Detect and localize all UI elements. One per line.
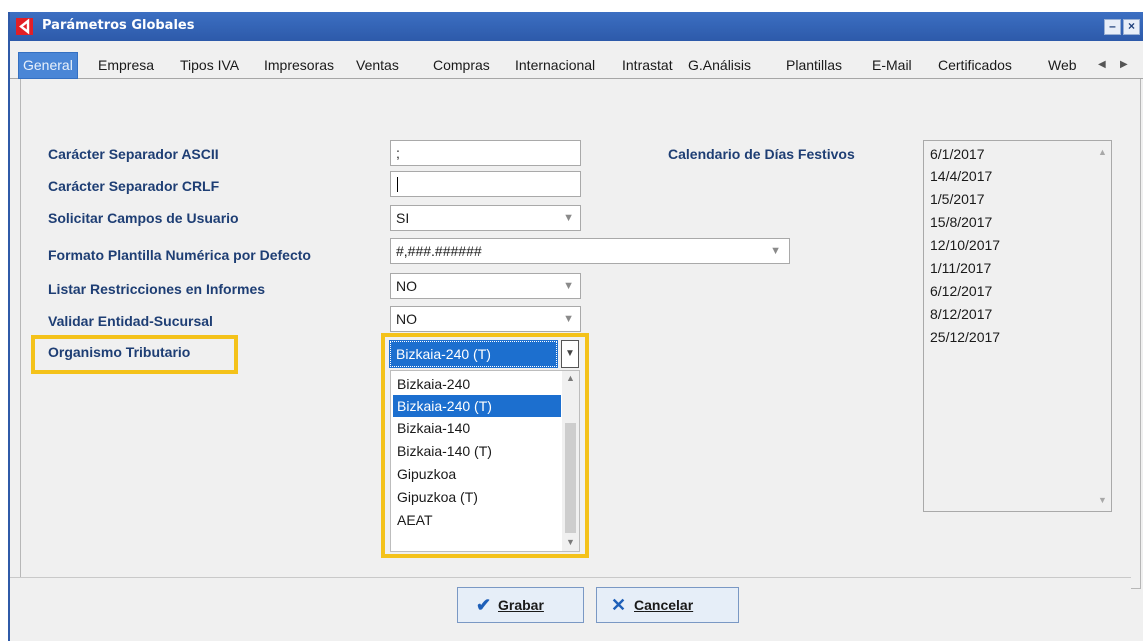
window-title: Parámetros Globales [42, 18, 195, 33]
chevron-down-icon: ▼ [563, 313, 574, 325]
campos-usuario-select[interactable]: SI ▼ [390, 205, 581, 231]
formato-plantilla-select[interactable]: #,###.###### ▼ [390, 238, 790, 264]
tab-g-analisis[interactable]: G.Análisis [688, 53, 751, 77]
calendar-date[interactable]: 15/8/2017 [930, 214, 992, 230]
save-button-label: Grabar [498, 597, 544, 613]
tab-plantillas[interactable]: Plantillas [786, 53, 842, 77]
campos-usuario-value: SI [396, 210, 410, 226]
calendar-date[interactable]: 1/5/2017 [930, 191, 985, 207]
tab-e-mail[interactable]: E-Mail [872, 53, 912, 77]
cancel-button[interactable]: ✕ Cancelar [596, 587, 739, 623]
validar-entidad-label: Validar Entidad-Sucursal [48, 313, 213, 329]
separador-crlf-input[interactable] [390, 171, 581, 197]
calendar-label: Calendario de Días Festivos [668, 146, 855, 162]
tab-internacional[interactable]: Internacional [515, 53, 595, 77]
tab-ventas[interactable]: Ventas [356, 53, 399, 77]
tab-web[interactable]: Web [1048, 53, 1077, 77]
chevron-down-icon: ▼ [770, 245, 781, 257]
close-button[interactable]: × [1123, 19, 1140, 35]
calendar-date[interactable]: 6/1/2017 [930, 146, 985, 162]
calendar-date[interactable]: 14/4/2017 [930, 168, 992, 184]
calendar-date[interactable]: 8/12/2017 [930, 306, 992, 322]
tab-strip: General Empresa Tipos IVA Impresoras Ven… [10, 51, 1143, 79]
calendar-date[interactable]: 6/12/2017 [930, 283, 992, 299]
listar-restricciones-value: NO [396, 278, 417, 294]
x-icon: ✕ [611, 595, 627, 615]
tab-scroll-right-icon[interactable]: ▶ [1120, 59, 1128, 70]
separador-ascii-input[interactable]: ; [390, 140, 581, 166]
text-cursor [397, 177, 398, 192]
formato-plantilla-label: Formato Plantilla Numérica por Defecto [48, 247, 311, 263]
chevron-down-icon: ▼ [563, 212, 574, 224]
tab-intrastat[interactable]: Intrastat [622, 53, 673, 77]
tab-impresoras[interactable]: Impresoras [264, 53, 334, 77]
calendar-date[interactable]: 12/10/2017 [930, 237, 1000, 253]
dropdown-highlight-box [381, 333, 589, 558]
calendar-date[interactable]: 25/12/2017 [930, 329, 1000, 345]
title-bar[interactable]: Parámetros Globales – × [10, 12, 1143, 41]
app-logo-icon [16, 18, 33, 35]
chevron-down-icon: ▼ [563, 280, 574, 292]
scroll-down-icon[interactable]: ▼ [1094, 495, 1111, 505]
minimize-button[interactable]: – [1104, 19, 1121, 35]
separador-crlf-label: Carácter Separador CRLF [48, 178, 220, 194]
calendar-date[interactable]: 1/11/2017 [930, 260, 991, 276]
listar-restricciones-label: Listar Restricciones en Informes [48, 281, 266, 297]
formato-plantilla-value: #,###.###### [396, 243, 482, 259]
tab-tipos-iva[interactable]: Tipos IVA [180, 53, 239, 77]
tab-scroll-left-icon[interactable]: ◀ [1098, 59, 1106, 70]
validar-entidad-select[interactable]: NO ▼ [390, 306, 581, 332]
listar-restricciones-select[interactable]: NO ▼ [390, 273, 581, 299]
scroll-up-icon[interactable]: ▲ [1094, 147, 1111, 157]
cancel-button-label: Cancelar [634, 597, 694, 613]
tab-certificados[interactable]: Certificados [938, 53, 1012, 77]
campos-usuario-label: Solicitar Campos de Usuario [48, 210, 239, 226]
check-icon: ✔ [476, 595, 492, 615]
save-button[interactable]: ✔ Grabar [457, 587, 584, 623]
tab-general[interactable]: General [18, 52, 78, 79]
label-highlight-box [31, 335, 238, 374]
calendar-list[interactable]: 6/1/2017 14/4/2017 1/5/2017 15/8/2017 12… [923, 140, 1112, 512]
separador-ascii-label: Carácter Separador ASCII [48, 146, 219, 162]
tab-empresa[interactable]: Empresa [98, 53, 154, 77]
validar-entidad-value: NO [396, 311, 417, 327]
tab-compras[interactable]: Compras [433, 53, 490, 77]
